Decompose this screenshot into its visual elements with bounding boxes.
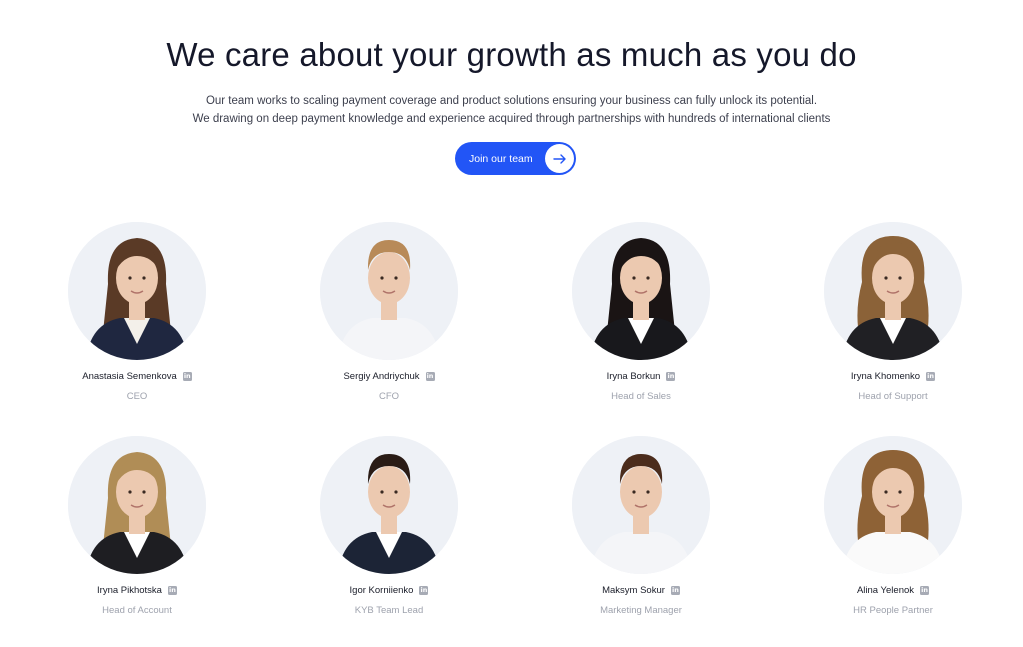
team-member-name-row: Iryna Borkun in bbox=[541, 371, 741, 382]
team-member-photo bbox=[68, 222, 206, 360]
team-member-role: CFO bbox=[378, 391, 400, 402]
team-member-name: Sergiy Andriychuk bbox=[343, 371, 420, 382]
team-member-photo bbox=[572, 222, 710, 360]
team-member-name-row: Alina Yelenok in bbox=[793, 585, 993, 596]
team-member-name-row: Maksym Sokur in bbox=[541, 585, 741, 596]
team-member-role: KYB Team Lead bbox=[354, 605, 424, 616]
team-member-name: Anastasia Semenkova bbox=[82, 371, 177, 382]
linkedin-icon[interactable]: in bbox=[425, 372, 435, 381]
linkedin-icon[interactable]: in bbox=[666, 372, 676, 381]
team-member-name-row: Sergiy Andriychuk in bbox=[289, 371, 489, 382]
team-member-role: HR People Partner bbox=[853, 605, 933, 616]
team-member-photo bbox=[68, 436, 206, 574]
team-member-photo bbox=[572, 436, 710, 574]
team-member-name-row: Iryna Khomenko in bbox=[793, 371, 993, 382]
team-member-role: Head of Support bbox=[858, 391, 928, 402]
linkedin-icon[interactable]: in bbox=[920, 586, 930, 595]
team-member-name: Maksym Sokur bbox=[602, 585, 665, 596]
linkedin-icon[interactable]: in bbox=[167, 586, 177, 595]
team-member-name-row: Igor Korniienko in bbox=[289, 585, 489, 596]
team-member-name-row: Anastasia Semenkova in bbox=[37, 371, 237, 382]
team-member-name: Iryna Borkun bbox=[606, 371, 661, 382]
linkedin-icon[interactable]: in bbox=[182, 372, 192, 381]
team-member-photo bbox=[824, 222, 962, 360]
team-member-role: Marketing Manager bbox=[600, 605, 682, 616]
team-member-role: CEO bbox=[126, 391, 148, 402]
linkedin-icon[interactable]: in bbox=[419, 586, 429, 595]
team-member-photo bbox=[320, 222, 458, 360]
team-member-role: Head of Sales bbox=[611, 391, 671, 402]
team-member-name: Igor Korniienko bbox=[349, 585, 414, 596]
team-section: We care about your growth as much as you… bbox=[0, 0, 1023, 647]
team-member-name: Alina Yelenok bbox=[856, 585, 915, 596]
linkedin-icon[interactable]: in bbox=[926, 372, 936, 381]
team-member-role: Head of Account bbox=[102, 605, 172, 616]
linkedin-icon[interactable]: in bbox=[670, 586, 680, 595]
team-member-name: Iryna Pikhotska bbox=[97, 585, 162, 596]
team-grid: Anastasia Semenkova in CEO Sergiy Andriych… bbox=[0, 0, 1023, 647]
team-member-photo bbox=[824, 436, 962, 574]
team-member-name-row: Iryna Pikhotska in bbox=[37, 585, 237, 596]
team-member-photo bbox=[320, 436, 458, 574]
team-member-name: Iryna Khomenko bbox=[850, 371, 921, 382]
